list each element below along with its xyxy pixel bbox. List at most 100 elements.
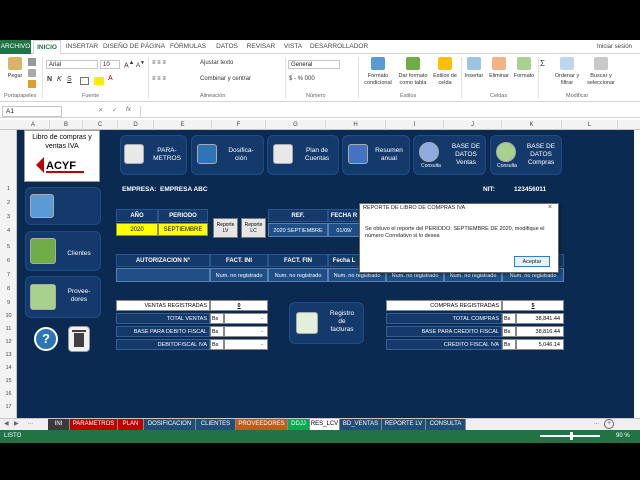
format-cells-button[interactable]: Formato	[512, 57, 536, 80]
column-header[interactable]: J	[444, 120, 502, 130]
sheet-tab[interactable]: PLAN	[118, 419, 144, 430]
column-header[interactable]: C	[83, 120, 118, 130]
sheet-tab[interactable]: CONSULTA	[426, 419, 466, 430]
row-header[interactable]: 3	[0, 214, 17, 220]
tab-scroll-left-icon[interactable]: ◀	[4, 420, 9, 427]
tab-diseno-pagina[interactable]: DISEÑO DE PÁGINA	[102, 40, 166, 54]
tab-vista[interactable]: VISTA	[280, 40, 306, 54]
column-header[interactable]: K	[502, 120, 562, 130]
sheet-tab[interactable]: CLIENTES	[196, 419, 236, 430]
row-header[interactable]: 15	[0, 378, 17, 384]
row-header[interactable]: 11	[0, 326, 17, 332]
tab-datos[interactable]: DATOS	[212, 40, 242, 54]
sheet-tab[interactable]: PROVEEDORES	[236, 419, 288, 430]
find-select-button[interactable]: Buscar y seleccionar	[584, 57, 618, 87]
format-as-table-button[interactable]: Dar formato como tabla	[396, 57, 430, 87]
row-header[interactable]: 1	[0, 186, 17, 192]
copy-icon[interactable]	[28, 69, 36, 77]
shrink-font-icon[interactable]: A▼	[136, 60, 145, 70]
conditional-format-button[interactable]: Formato condicional	[361, 57, 395, 87]
periodo-value-cell[interactable]: SEPTIEMBRE	[158, 223, 208, 236]
column-header[interactable]: B	[50, 120, 83, 130]
fill-color-icon[interactable]	[94, 77, 104, 85]
tab-archivo[interactable]: ARCHIVO	[0, 40, 31, 54]
zoom-slider-thumb[interactable]	[570, 432, 573, 440]
column-header[interactable]: E	[154, 120, 212, 130]
autosum-icon[interactable]: Σ	[540, 60, 545, 68]
row-header[interactable]: 2	[0, 200, 17, 206]
sheet-tab[interactable]: REPORTE LV	[382, 419, 426, 430]
row-header[interactable]: 4	[0, 228, 17, 234]
cell-styles-button[interactable]: Estilos de celda	[430, 57, 460, 87]
reporte-lc-button[interactable]: Reporte LC	[241, 218, 266, 238]
anio-value-cell[interactable]: 2020	[116, 223, 158, 236]
close-icon[interactable]: ×	[548, 204, 552, 211]
bold-icon[interactable]: N	[47, 76, 52, 83]
row-header[interactable]: 5	[0, 244, 17, 250]
help-icon[interactable]: ?	[34, 327, 58, 351]
column-header[interactable]: D	[118, 120, 154, 130]
sheet-tab[interactable]: INI	[48, 419, 70, 430]
fecha-value-cell[interactable]: 01/09/	[328, 223, 360, 237]
reporte-lv-button[interactable]: Reporte LV	[213, 218, 238, 238]
row-header[interactable]: 14	[0, 365, 17, 371]
cancel-icon[interactable]: ✕	[98, 106, 103, 114]
ref-value-cell[interactable]: 2020 SEPTIEMBRE	[268, 223, 328, 237]
add-sheet-icon[interactable]: +	[604, 419, 614, 429]
fact-fin-cell[interactable]: Num. no registrado	[268, 268, 328, 282]
merge-center-button[interactable]: Combinar y centrar	[200, 76, 251, 83]
tab-inicio[interactable]: INICIO	[33, 40, 61, 54]
confirm-icon[interactable]: ✓	[112, 106, 117, 114]
borders-icon[interactable]	[80, 77, 89, 85]
tab-formulas[interactable]: FÓRMULAS	[168, 40, 208, 54]
format-painter-icon[interactable]	[28, 80, 36, 88]
font-color-icon[interactable]: A	[108, 75, 113, 82]
row-header[interactable]: 8	[0, 286, 17, 292]
insert-cells-button[interactable]: Insertar	[462, 57, 486, 80]
row-header[interactable]: 9	[0, 300, 17, 306]
tab-more-icon[interactable]: ...	[28, 420, 33, 426]
underline-icon[interactable]: S	[67, 76, 72, 83]
align-top-icon[interactable]: ≡ ≡ ≡	[152, 60, 166, 67]
formula-input[interactable]	[140, 106, 636, 117]
grow-font-icon[interactable]: A▲	[124, 60, 134, 69]
accounting-format-icon[interactable]: $ - % 000	[289, 76, 315, 83]
sign-in-link[interactable]: Iniciar sesión	[597, 40, 632, 54]
paste-button[interactable]: Pegar	[4, 57, 26, 80]
column-header[interactable]: H	[326, 120, 386, 130]
align-left-icon[interactable]: ≡ ≡ ≡	[152, 76, 166, 83]
row-header[interactable]: 12	[0, 339, 17, 345]
trash-icon[interactable]	[68, 326, 90, 352]
row-header[interactable]: 6	[0, 258, 17, 264]
sheet-tab[interactable]: DOSIFICACION	[144, 419, 196, 430]
font-name-select[interactable]: Arial	[46, 60, 98, 69]
italic-icon[interactable]: K	[57, 76, 62, 83]
tab-revisar[interactable]: REVISAR	[244, 40, 278, 54]
sort-filter-button[interactable]: Ordenar y filtrar	[552, 57, 582, 87]
row-header[interactable]: 7	[0, 272, 17, 278]
sheet-tab[interactable]: RES_LCV	[310, 419, 340, 430]
sheet-tab[interactable]: DDJJ	[288, 419, 310, 430]
row-header[interactable]: 10	[0, 313, 17, 319]
fact-ini-cell[interactable]: Num. no registrado	[210, 268, 268, 282]
tab-desarrollador[interactable]: DESARROLLADOR	[310, 40, 368, 54]
sheet-tab[interactable]: PARAMETROS	[70, 419, 118, 430]
column-header[interactable]: L	[562, 120, 618, 130]
column-header[interactable]: I	[386, 120, 444, 130]
row-header[interactable]: 13	[0, 352, 17, 358]
name-box[interactable]: A1	[2, 106, 62, 117]
more-sheets-icon[interactable]: ...	[594, 420, 599, 426]
row-header[interactable]: 17	[0, 404, 17, 410]
font-size-select[interactable]: 10	[100, 60, 120, 69]
delete-cells-button[interactable]: Eliminar	[486, 57, 512, 80]
column-header[interactable]: F	[212, 120, 266, 130]
ok-button[interactable]: Aceptar	[514, 256, 550, 267]
sheet-tab[interactable]: BD_VENTAS	[340, 419, 382, 430]
column-header[interactable]: A	[17, 120, 50, 130]
autorizacion-cell[interactable]	[116, 268, 210, 282]
insert-function-icon[interactable]: fx	[126, 106, 131, 113]
row-header[interactable]: 16	[0, 391, 17, 397]
cut-icon[interactable]	[28, 58, 36, 66]
zoom-level[interactable]: 90 %	[616, 430, 630, 443]
wrap-text-button[interactable]: Ajustar texto	[200, 60, 233, 67]
